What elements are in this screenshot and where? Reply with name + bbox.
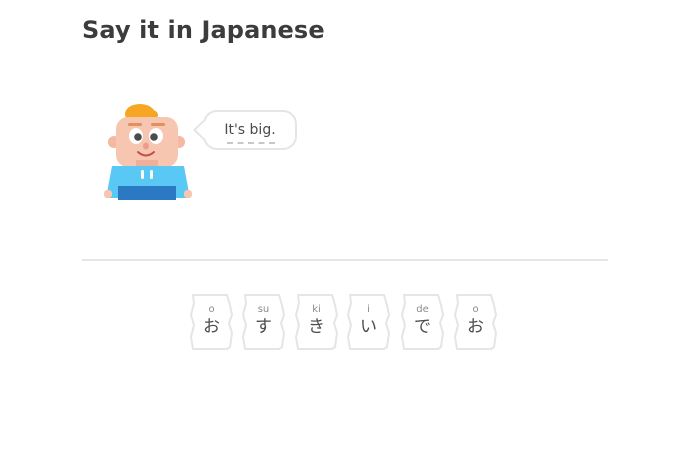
tile-kana: す <box>255 317 272 337</box>
tile-kana: お <box>203 317 220 337</box>
word-tile[interactable]: su す <box>241 293 286 350</box>
word-tile[interactable]: de で <box>400 293 445 350</box>
character-illustration <box>104 104 192 200</box>
tile-romaji: ki <box>312 304 321 315</box>
prompt-sentence[interactable]: It's big. <box>205 122 295 138</box>
character-avatar <box>104 102 192 202</box>
tile-romaji: su <box>257 304 270 315</box>
word-tile[interactable]: i い <box>346 293 391 350</box>
tile-romaji: o <box>472 304 479 315</box>
tile-romaji: de <box>416 304 429 315</box>
word-tile[interactable]: o お <box>189 293 234 350</box>
tile-kana: で <box>414 317 431 337</box>
answer-line <box>82 259 608 261</box>
hint-underline <box>227 142 275 144</box>
tile-romaji: o <box>208 304 215 315</box>
word-tile[interactable]: o お <box>453 293 498 350</box>
tile-kana: お <box>467 317 484 337</box>
tile-romaji: i <box>367 304 370 315</box>
tile-kana: い <box>360 317 377 337</box>
page-title: Say it in Japanese <box>82 16 325 44</box>
tile-kana: き <box>308 317 325 337</box>
speech-bubble: It's big. <box>193 110 297 150</box>
word-tile[interactable]: ki き <box>294 293 339 350</box>
